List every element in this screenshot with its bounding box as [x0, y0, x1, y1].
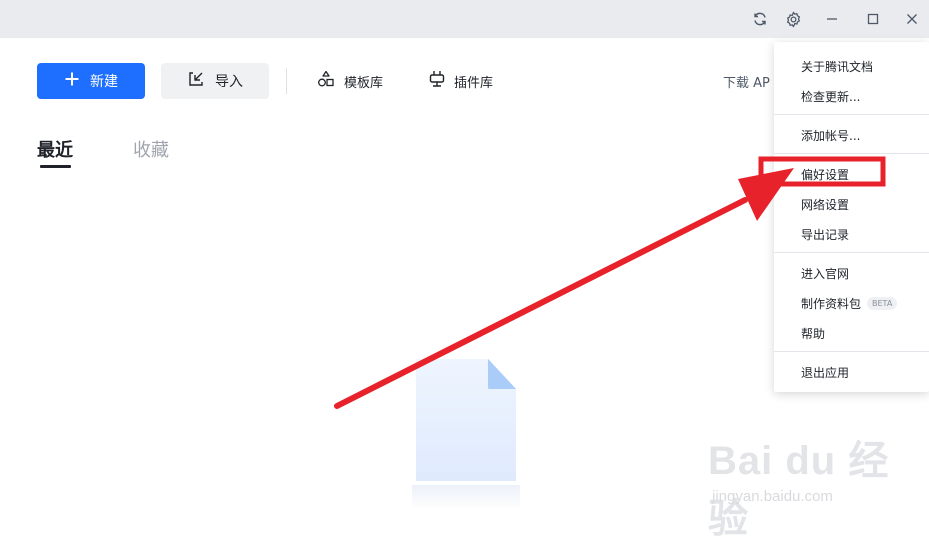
close-icon[interactable] [901, 8, 923, 30]
annotation-arrow-shaft [334, 197, 748, 409]
settings-icon[interactable] [782, 8, 804, 30]
watermark-url: jingyan.baidu.com [712, 488, 833, 505]
menu-item-add-account[interactable]: 添加帐号... [801, 127, 860, 144]
menu-item-about[interactable]: 关于腾讯文档 [801, 58, 873, 75]
new-button-label: 新建 [90, 74, 118, 90]
menu-item-export-records[interactable]: 导出记录 [801, 226, 849, 243]
menu-item-make-package[interactable]: 制作资料包 BETA [801, 295, 898, 312]
menu-divider [774, 153, 929, 154]
templates-link[interactable]: 模板库 [316, 70, 383, 92]
plugins-label: 插件库 [454, 75, 494, 91]
menu-item-website[interactable]: 进入官网 [801, 265, 849, 282]
plus-icon [64, 71, 80, 91]
beta-badge: BETA [867, 297, 898, 310]
menu-divider [774, 252, 929, 253]
minimize-icon[interactable] [821, 8, 843, 30]
menu-divider [774, 114, 929, 115]
new-button[interactable]: 新建 [37, 63, 145, 99]
tab-recent[interactable]: 最近 [37, 136, 73, 162]
menu-divider [774, 351, 929, 352]
import-icon [187, 70, 205, 92]
title-bar [0, 0, 929, 38]
maximize-icon[interactable] [862, 8, 884, 30]
plugins-link[interactable]: 插件库 [428, 70, 493, 92]
active-tab-indicator [40, 165, 71, 168]
menu-item-preferences[interactable]: 偏好设置 [801, 166, 849, 183]
toolbar-divider [286, 68, 287, 94]
templates-label: 模板库 [344, 75, 384, 91]
download-app-link[interactable]: 下载 AP [723, 72, 770, 91]
shapes-icon [316, 69, 336, 93]
import-button[interactable]: 导入 [161, 63, 269, 99]
plugin-icon [428, 69, 446, 93]
empty-document-icon [408, 355, 524, 519]
make-package-label: 制作资料包 [801, 297, 862, 311]
sync-icon[interactable] [749, 8, 771, 30]
menu-item-network[interactable]: 网络设置 [801, 196, 849, 213]
menu-item-check-update[interactable]: 检查更新... [801, 88, 860, 105]
settings-dropdown-menu: 关于腾讯文档 检查更新... 添加帐号... 偏好设置 网络设置 导出记录 进入… [774, 42, 929, 392]
tab-favorites[interactable]: 收藏 [133, 136, 169, 162]
watermark-logo: Bai du 经验 [708, 439, 890, 541]
menu-item-help[interactable]: 帮助 [801, 325, 825, 342]
import-button-label: 导入 [215, 74, 243, 90]
menu-item-quit[interactable]: 退出应用 [801, 364, 849, 381]
